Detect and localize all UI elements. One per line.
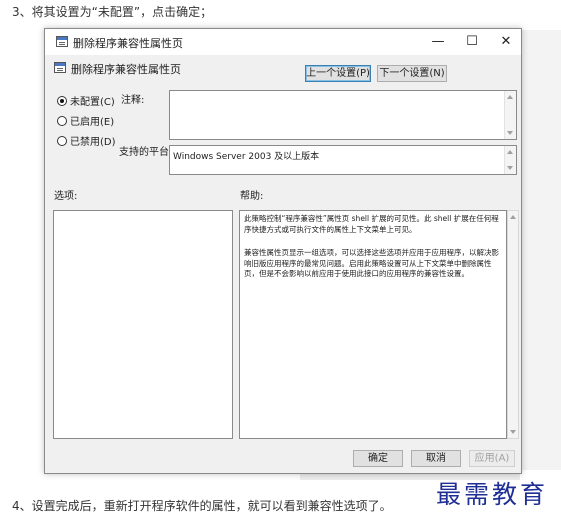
radio-label: 已启用(E) <box>70 117 115 128</box>
close-icon[interactable]: ✕ <box>489 29 523 55</box>
policy-dialog: 删除程序兼容性属性页 — ☐ ✕ 删除程序兼容性属性页 上一个设置(P) 下一个… <box>44 28 522 474</box>
scroll-down-icon[interactable] <box>507 166 513 170</box>
article-step-4: 4、设置完成后，重新打开程序软件的属性，就可以看到兼容性选项了。 <box>12 499 392 513</box>
previous-setting-button[interactable]: 上一个设置(P) <box>305 65 371 82</box>
comment-scrollbar[interactable] <box>504 91 516 139</box>
supported-scrollbar[interactable] <box>504 146 516 174</box>
scroll-up-icon[interactable] <box>510 215 516 219</box>
maximize-icon[interactable]: ☐ <box>455 29 489 55</box>
next-setting-button[interactable]: 下一个设置(N) <box>377 65 447 82</box>
help-panel: 此策略控制“程序兼容性”属性页 shell 扩展的可见性。此 shell 扩展在… <box>239 210 507 439</box>
policy-icon <box>56 36 68 47</box>
scroll-up-icon[interactable] <box>507 150 513 154</box>
supported-on-field: Windows Server 2003 及以上版本 <box>169 145 517 175</box>
help-label: 帮助: <box>240 191 264 202</box>
minimize-icon[interactable]: — <box>421 29 455 55</box>
window-title: 删除程序兼容性属性页 <box>73 37 183 50</box>
supported-on-label: 支持的平台: <box>119 147 173 158</box>
radio-label: 已禁用(D) <box>70 137 116 148</box>
scroll-down-icon[interactable] <box>510 430 516 434</box>
help-paragraph: 此策略控制“程序兼容性”属性页 shell 扩展的可见性。此 shell 扩展在… <box>244 214 499 234</box>
policy-header-title: 删除程序兼容性属性页 <box>71 63 181 76</box>
comment-textarea[interactable] <box>169 90 517 140</box>
radio-disabled[interactable]: 已禁用(D) <box>57 133 116 148</box>
options-panel <box>53 210 233 439</box>
scroll-up-icon[interactable] <box>507 95 513 99</box>
supported-on-value: Windows Server 2003 及以上版本 <box>173 152 320 162</box>
apply-button[interactable]: 应用(A) <box>469 450 515 467</box>
radio-label: 未配置(C) <box>70 97 115 108</box>
title-bar[interactable]: 删除程序兼容性属性页 — ☐ ✕ <box>45 29 521 55</box>
comment-label: 注释: <box>121 95 145 106</box>
radio-enabled[interactable]: 已启用(E) <box>57 113 114 128</box>
radio-unchecked-icon[interactable] <box>57 116 67 126</box>
radio-checked-icon[interactable] <box>57 96 67 106</box>
ok-button[interactable]: 确定 <box>353 450 403 467</box>
help-scrollbar[interactable] <box>507 210 519 439</box>
policy-header-icon <box>54 62 66 73</box>
radio-unchecked-icon[interactable] <box>57 136 67 146</box>
radio-not-configured[interactable]: 未配置(C) <box>57 93 115 108</box>
help-paragraph: 兼容性属性页显示一组选项，可以选择这些选项并应用于应用程序，以解决影响旧版应用程… <box>244 248 499 278</box>
cancel-button[interactable]: 取消 <box>411 450 461 467</box>
scroll-down-icon[interactable] <box>507 131 513 135</box>
options-label: 选项: <box>54 191 78 202</box>
article-step-3: 3、将其设置为“未配置”，点击确定； <box>12 5 213 19</box>
site-watermark: 最需教育 <box>436 480 549 509</box>
